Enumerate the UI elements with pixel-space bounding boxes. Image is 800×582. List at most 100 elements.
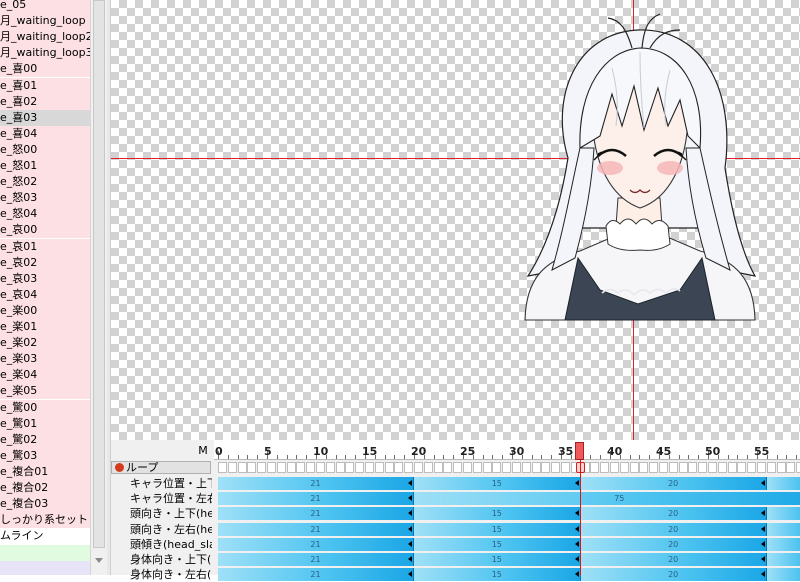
loop-frame-cell[interactable] [267,462,276,473]
keyframe-segment[interactable]: 21 [218,507,414,521]
keyframe-segment[interactable] [766,507,800,521]
keyframe-segment[interactable] [766,553,800,566]
motion-list-item[interactable]: e_楽02 [0,335,90,352]
motion-list-item[interactable]: e_喜01 [0,77,90,94]
loop-frame-cell[interactable] [316,462,325,473]
motion-list-item[interactable]: 月_waiting_loop [0,13,90,30]
loop-frame-cell[interactable] [257,462,267,473]
loop-frame-cell[interactable] [384,462,394,473]
motion-list-scrollbar[interactable] [90,0,107,575]
loop-frame-cell[interactable] [688,462,698,473]
motion-list-item[interactable]: e_喜04 [0,125,90,142]
loop-frame-cell[interactable] [737,462,747,473]
motion-list-item[interactable]: ムライン [0,528,90,545]
loop-frame-cell[interactable] [639,462,649,473]
motion-list-item[interactable]: e_05 [0,0,90,13]
loop-frame-cell[interactable] [237,462,247,473]
loop-frame-cell[interactable] [629,462,639,473]
motion-list-item[interactable]: e_怒02 [0,174,90,191]
loop-frame-cell[interactable] [619,462,629,473]
motion-list-item[interactable]: e_楽01 [0,319,90,335]
keyframe-segment[interactable]: 20 [580,522,767,536]
motion-list-item[interactable]: e_驚00 [0,399,90,416]
loop-frame-cell[interactable] [521,462,531,473]
loop-frame-cell[interactable] [218,462,227,473]
track-keyframe-area[interactable]: 21 15 20 [214,522,800,537]
loop-frame-cell[interactable] [649,462,659,473]
loop-frame-cell[interactable] [561,462,570,473]
motion-list-item[interactable]: e_楽04 [0,367,90,384]
loop-frame-cell[interactable] [433,462,443,473]
motion-list-item[interactable]: e_楽00 [0,302,90,319]
keyframe-segment[interactable]: 15 [414,553,581,566]
motion-list-item[interactable]: e_哀02 [0,254,90,271]
motion-list-item[interactable]: e_怒04 [0,206,90,223]
loop-frame-cell[interactable] [306,462,316,473]
loop-frame-cell[interactable] [531,462,541,473]
keyframe-segment[interactable]: 75 [414,492,800,506]
keyframe-segment[interactable]: 21 [218,477,414,490]
keyframe-segment[interactable]: 21 [218,492,414,506]
loop-frame-cell[interactable] [600,462,610,473]
motion-list-item[interactable]: e_哀00 [0,222,90,239]
keyframe-segment[interactable]: 15 [414,507,581,521]
motion-list-item[interactable]: e_哀03 [0,270,90,287]
loop-frame-cell[interactable] [482,462,492,473]
motion-list-item[interactable]: e_複合01 [0,463,90,480]
scrollbar-thumb[interactable] [93,0,105,548]
keyframe-segment[interactable]: 20 [580,553,767,566]
track-label[interactable]: キャラ位置・上下( [113,476,212,491]
loop-frame-cell[interactable] [698,462,708,473]
track-label[interactable]: 身体向き・上下(b [113,552,212,567]
track-keyframe-area[interactable]: 21 15 20 [214,476,800,491]
motion-list-item[interactable]: e_驚02 [0,431,90,448]
motion-list-item[interactable]: e_驚03 [0,447,90,464]
loop-frame-cell[interactable] [423,462,433,473]
keyframe-segment[interactable]: 15 [414,522,581,536]
motion-list-item[interactable]: e_怒01 [0,158,90,174]
loop-frame-cell[interactable] [717,462,727,473]
loop-frame-cell[interactable] [766,462,776,473]
loop-frame-cell[interactable] [374,462,384,473]
motion-list-item[interactable]: e_複合03 [0,496,90,513]
motion-list-item[interactable]: e_複合02 [0,480,90,496]
track-label[interactable]: 頭向き・上下(hea [113,506,212,521]
loop-frame-cell[interactable] [463,462,472,473]
track-label[interactable]: 頭向き・左右(hea [113,522,212,537]
motion-list-item[interactable]: e_怒00 [0,141,90,158]
motion-list-item[interactable]: e_哀01 [0,238,90,255]
keyframe-segment[interactable]: 20 [580,477,767,490]
keyframe-segment[interactable]: 20 [580,537,767,551]
loop-frame-cell[interactable] [394,462,404,473]
keyframe-segment[interactable] [766,537,800,551]
keyframe-segment[interactable]: 21 [218,522,414,536]
motion-list-item[interactable]: e_楽03 [0,351,90,368]
loop-frame-cell[interactable] [365,462,374,473]
loop-frame-cell[interactable] [708,462,717,473]
loop-frame-cell[interactable] [590,462,600,473]
loop-frame-cell[interactable] [796,462,800,473]
motion-list-item[interactable]: e_怒03 [0,190,90,207]
keyframe-segment[interactable]: 15 [414,477,581,490]
keyframe-segment[interactable]: 20 [580,507,767,521]
keyframe-segment[interactable]: 15 [414,537,581,551]
timeline-m-label[interactable]: M [197,444,209,458]
loop-frame-cell[interactable] [551,462,561,473]
loop-frame-cell[interactable] [757,462,766,473]
loop-frame-cell[interactable] [276,462,286,473]
loop-frame-cell[interactable] [502,462,512,473]
keyframe-segment[interactable] [766,522,800,536]
loop-frame-cell[interactable] [492,462,502,473]
motion-list-item[interactable]: e_喜02 [0,93,90,110]
timeline-ruler[interactable]: 0 5 10 15 20 25 30 35 40 45 50 55 [214,440,800,460]
loop-frame-cell[interactable] [512,462,521,473]
track-keyframe-area[interactable]: 21 15 20 [214,552,800,567]
playhead-marker[interactable] [575,442,584,460]
loop-frame-cell[interactable] [472,462,482,473]
keyframe-segment[interactable] [766,477,800,490]
loop-frame-cell[interactable] [296,462,306,473]
motion-list-item[interactable]: e_喜03 [0,109,90,126]
loop-frame-cell[interactable] [335,462,345,473]
scroll-down-arrow-icon[interactable] [93,552,105,570]
loop-frame-cell[interactable] [404,462,414,473]
